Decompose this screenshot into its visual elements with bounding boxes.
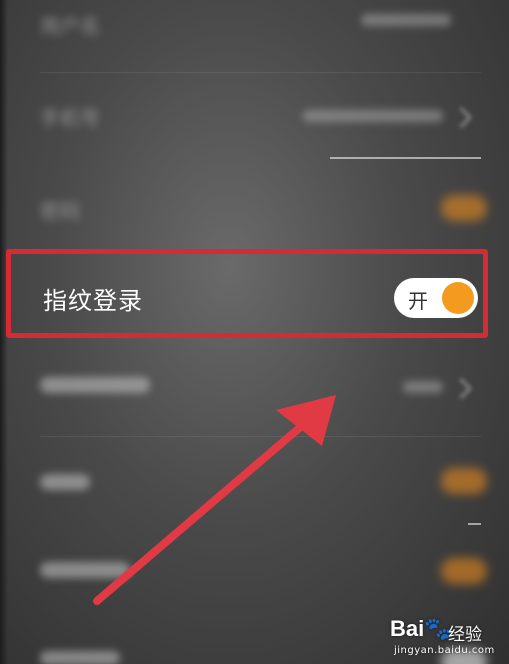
pointer-arrow (93, 395, 336, 605)
baidu-logo: Bai🐾 (390, 616, 452, 641)
watermark-brand-suffix: 经验 (448, 625, 482, 645)
settings-screen: 用户名 手机号 密码 指纹登录 开 Bai🐾 经验 jingyan.baidu.… (0, 0, 509, 664)
watermark-url: jingyan.baidu.com (394, 645, 495, 656)
baidu-jingyan-watermark: Bai🐾 经验 jingyan.baidu.com (390, 614, 502, 662)
